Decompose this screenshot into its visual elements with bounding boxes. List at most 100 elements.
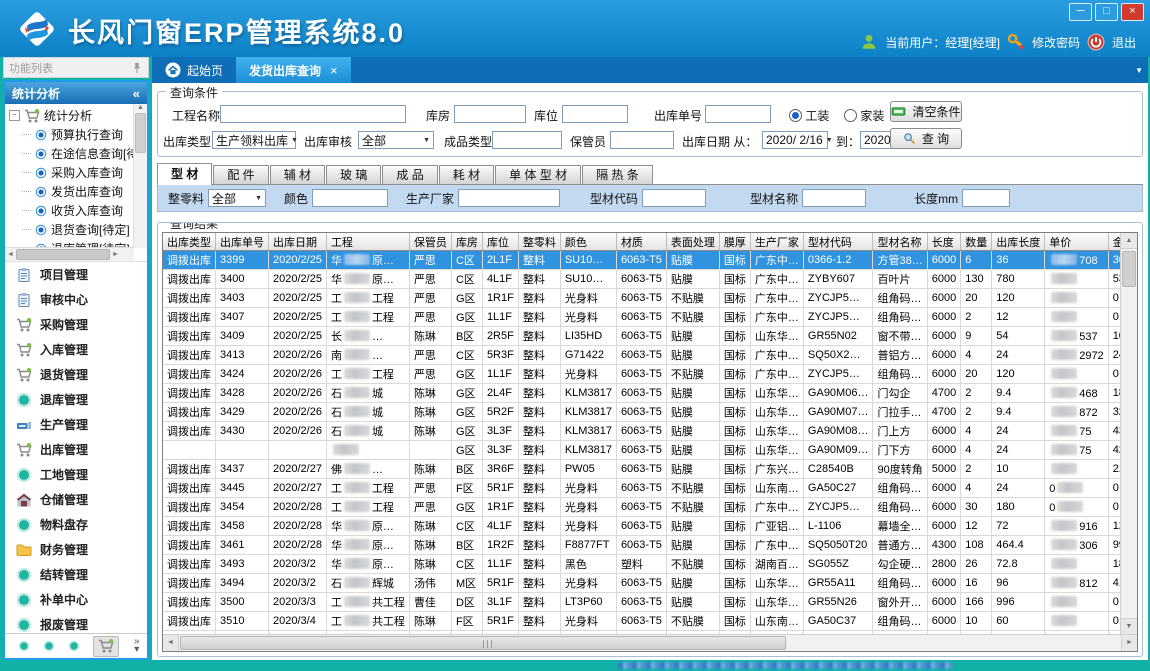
pin-icon[interactable] [131, 62, 143, 74]
factory-input[interactable] [458, 189, 560, 207]
table-row[interactable]: G区3L3F整料KLM38176063-T5贴膜国标山东华…GA90M09…门下… [163, 441, 1137, 460]
table-row[interactable]: 调拨出库34282020/2/26石城陈琳G区2L4F整料KLM38176063… [163, 384, 1137, 403]
tree-horizontal-scrollbar[interactable]: ◄► [5, 247, 134, 261]
material-tab[interactable]: 单 体 型 材 [495, 165, 581, 184]
col-outbound-type[interactable]: 出库类型 [163, 233, 216, 251]
minimize-button[interactable]: ─ [1069, 3, 1092, 21]
radio-jiazhuang[interactable]: 家装 [844, 107, 884, 124]
tree-item[interactable]: 在途信息查询[待 [9, 144, 133, 163]
table-row[interactable]: 调拨出库34002020/2/25华原…严思C区4L1F整料SU10…6063-… [163, 270, 1137, 289]
table-row[interactable]: 调拨出库33992020/2/25华原…严思C区2L1F整料SU10…6063-… [163, 251, 1137, 270]
table-row[interactable]: 调拨出库34932020/3/2华原…陈琳C区1L1F整料黑色塑料不贴膜国标湖南… [163, 555, 1137, 574]
sidebar-item[interactable]: 补单中心 [5, 587, 147, 612]
vertical-scroll-thumb[interactable] [1122, 251, 1136, 287]
maximize-button[interactable]: □ [1095, 3, 1118, 21]
logout-link[interactable]: 退出 [1112, 34, 1136, 51]
tree-item[interactable]: 采购入库查询 [9, 163, 133, 182]
material-tab[interactable]: 型 材 [157, 163, 212, 185]
col-project[interactable]: 工程 [326, 233, 409, 251]
table-row[interactable]: 调拨出库34292020/2/26石城陈琳G区5R2F整料KLM38176063… [163, 403, 1137, 422]
tree-item[interactable]: 收货入库查询 [9, 201, 133, 220]
sidebar-item[interactable]: 出库管理 [5, 437, 147, 462]
sidebar-item[interactable]: 工地管理 [5, 462, 147, 487]
expander-icon[interactable]: − [9, 110, 20, 121]
scroll-down-icon[interactable]: ▼ [1121, 618, 1137, 634]
table-row[interactable]: 调拨出库34942020/3/2石辉城汤伟M区5R1F整料光身料6063-T5贴… [163, 574, 1137, 593]
clear-conditions-button[interactable]: 清空条件 [890, 101, 962, 122]
col-profile-code[interactable]: 型材代码 [803, 233, 873, 251]
tree-item[interactable]: 预算执行查询 [9, 125, 133, 144]
sidebar-item[interactable]: 结转管理 [5, 562, 147, 587]
col-order-no[interactable]: 出库单号 [216, 233, 269, 251]
col-quantity[interactable]: 数量 [961, 233, 992, 251]
tree-root-node[interactable]: − 统计分析 [9, 106, 133, 125]
change-password-link[interactable]: 修改密码 [1032, 34, 1080, 51]
material-tab[interactable]: 辅 材 [270, 165, 325, 184]
col-color[interactable]: 颜色 [560, 233, 616, 251]
table-row[interactable]: 调拨出库35002020/3/3工共工程曹佳D区3L1F整料LT3P606063… [163, 593, 1137, 612]
whole-part-select[interactable]: 全部▼ [208, 189, 266, 207]
col-factory[interactable]: 生产厂家 [750, 233, 803, 251]
search-button[interactable]: 查 询 [890, 128, 962, 149]
tab-list-caret-icon[interactable]: ▼ [1135, 66, 1143, 75]
radio-gongzhuang[interactable]: 工装 [789, 107, 829, 124]
horizontal-scrollbar[interactable]: ◄ ► [163, 634, 1137, 651]
sidebar-item[interactable]: 审核中心 [5, 287, 147, 312]
table-row[interactable]: 调拨出库34582020/2/28华原…陈琳C区4L1F整料光身料6063-T5… [163, 517, 1137, 536]
table-row[interactable]: 调拨出库34132020/2/26南…严思C区5R3F整料G714226063-… [163, 346, 1137, 365]
tree-item[interactable]: 发货出库查询 [9, 182, 133, 201]
col-length[interactable]: 长度 [927, 233, 960, 251]
sidebar-item[interactable]: 报废管理 [5, 612, 147, 633]
table-row[interactable]: 调拨出库34372020/2/27佛…陈琳B区3R6F整料PW056063-T5… [163, 460, 1137, 479]
location-input[interactable] [562, 105, 628, 123]
project-name-input[interactable] [220, 105, 406, 123]
sidebar-item[interactable]: 仓储管理 [5, 487, 147, 512]
vertical-scrollbar[interactable]: ▲ ▼ [1120, 233, 1137, 634]
material-tab[interactable]: 隔 热 条 [582, 165, 653, 184]
color-input[interactable] [312, 189, 388, 207]
tab-close-icon[interactable]: × [330, 63, 338, 78]
material-tab[interactable]: 配 件 [213, 165, 268, 184]
table-row[interactable]: 调拨出库34242020/2/26工工程严思G区1L1F整料光身料6063-T5… [163, 365, 1137, 384]
table-row[interactable]: 调拨出库34032020/2/25工工程严思G区1R1F整料光身料6063-T5… [163, 289, 1137, 308]
sidebar-item[interactable]: 退库管理 [5, 387, 147, 412]
col-material[interactable]: 材质 [616, 233, 666, 251]
sidebar-section-header[interactable]: 统计分析 « [5, 82, 147, 104]
date-from-picker[interactable]: 2020/ 2/16▼ [762, 131, 828, 149]
profile-name-input[interactable] [802, 189, 866, 207]
scroll-right-icon[interactable]: ► [1121, 635, 1137, 651]
tab-outbound-query[interactable]: 发货出库查询 × [236, 57, 351, 83]
sidebar-item[interactable]: 项目管理 [5, 262, 147, 287]
sidebar-item[interactable]: 物料盘存 [5, 512, 147, 537]
material-tab[interactable]: 成 品 [382, 165, 437, 184]
circle-icon[interactable] [43, 640, 55, 652]
circle-icon[interactable] [68, 640, 80, 652]
col-surface[interactable]: 表面处理 [666, 233, 719, 251]
table-row[interactable]: 调拨出库34612020/2/28华原…陈琳B区1R2F整料F8877FT606… [163, 536, 1137, 555]
col-whole-part[interactable]: 整零料 [518, 233, 560, 251]
outbound-type-select[interactable]: 生产领料出库▼ [212, 131, 296, 149]
col-out-date[interactable]: 出库日期 [269, 233, 327, 251]
material-tab[interactable]: 耗 材 [439, 165, 494, 184]
circle-icon[interactable] [18, 640, 30, 652]
material-tab[interactable]: 玻 璃 [326, 165, 381, 184]
order-no-input[interactable] [705, 105, 771, 123]
table-row[interactable]: 调拨出库34452020/2/27工工程严思F区5R1F整料光身料6063-T5… [163, 479, 1137, 498]
tab-home[interactable]: 起始页 [152, 57, 236, 83]
table-row[interactable]: 调拨出库34302020/2/26石城陈琳G区3L3F整料KLM38176063… [163, 422, 1137, 441]
scroll-up-icon[interactable]: ▲ [1121, 233, 1137, 249]
sidebar-item[interactable]: 采购管理 [5, 312, 147, 337]
table-row[interactable]: 调拨出库34072020/2/25工工程严思G区1L1F整料光身料6063-T5… [163, 308, 1137, 327]
col-keeper[interactable]: 保管员 [409, 233, 451, 251]
col-profile-name[interactable]: 型材名称 [873, 233, 927, 251]
collapse-icon[interactable]: « [133, 86, 140, 101]
col-out-length[interactable]: 出库长度 [992, 233, 1045, 251]
col-film-thickness[interactable]: 膜厚 [719, 233, 750, 251]
scroll-left-icon[interactable]: ◄ [163, 635, 179, 651]
more-chevrons-icon[interactable]: »▾ [134, 638, 140, 654]
tree-vertical-scrollbar[interactable]: ▲ [133, 104, 147, 248]
length-input[interactable] [962, 189, 1010, 207]
keeper-input[interactable] [610, 131, 674, 149]
col-unit-price[interactable]: 单价 [1045, 233, 1108, 251]
cart-button[interactable] [93, 636, 119, 657]
